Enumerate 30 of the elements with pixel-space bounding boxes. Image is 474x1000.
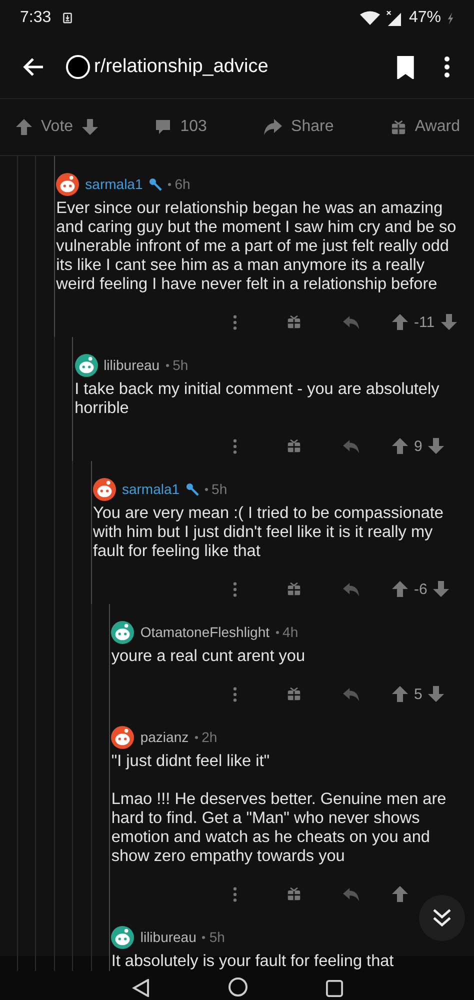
subreddit-title[interactable]: r/relationship_advice <box>94 56 268 78</box>
award-button[interactable]: Award <box>390 118 460 136</box>
share-button[interactable]: Share <box>264 118 334 136</box>
comment-text: Lmao !!! He deserves better. Genuine men are hard to find. Get a "Man" who never shows emotion and watch as he cheats on you and show zero empathy towards you <box>111 790 448 866</box>
comment-text: It absolutely is your fault for feeling that <box>111 952 395 971</box>
comment-time: 5h <box>172 357 188 373</box>
vote-label: Vote <box>41 118 74 136</box>
comment-time: 2h <box>202 729 218 745</box>
comment-text: I take back my initial comment - you are absolutely horrible <box>74 380 440 418</box>
username[interactable]: pazianz <box>140 729 189 745</box>
vote-score: 9 <box>414 438 422 454</box>
comment-time: 5h <box>209 929 225 945</box>
username[interactable]: lilibureau <box>140 929 196 945</box>
vote-score: 5 <box>414 686 422 702</box>
comment-text: Ever since our relationship began he was an amazing and caring guy but the moment I saw him cry and be so vulnerable infront of me a part of me just felt really odd its like I cant see him as a man anymore its a really weird feeling I have never felt in a relationship before <box>56 199 458 294</box>
username[interactable]: sarmala1 <box>85 176 143 192</box>
comment-time: 6h <box>174 176 190 192</box>
comment-text: youre a real cunt arent you <box>111 647 306 666</box>
username[interactable]: OtamatoneFleshlight <box>140 624 270 640</box>
comments-button[interactable]: 103 <box>155 118 207 136</box>
username[interactable]: lilibureau <box>104 357 160 373</box>
comment-text: You are very mean :( I tried to be compassionate with him but I just didn't feel like it is it really my fault for feeling like that <box>92 504 444 561</box>
battery-level: 47% <box>408 9 441 27</box>
clock: 7:33 <box>20 9 52 27</box>
vote-score: -11 <box>414 314 435 330</box>
comment-time: 5h <box>212 481 228 497</box>
comment-text: "I just didnt feel like it" <box>111 752 271 771</box>
comment-time: 4h <box>282 624 298 640</box>
username[interactable]: sarmala1 <box>122 481 180 497</box>
vote-score: -6 <box>414 580 428 598</box>
